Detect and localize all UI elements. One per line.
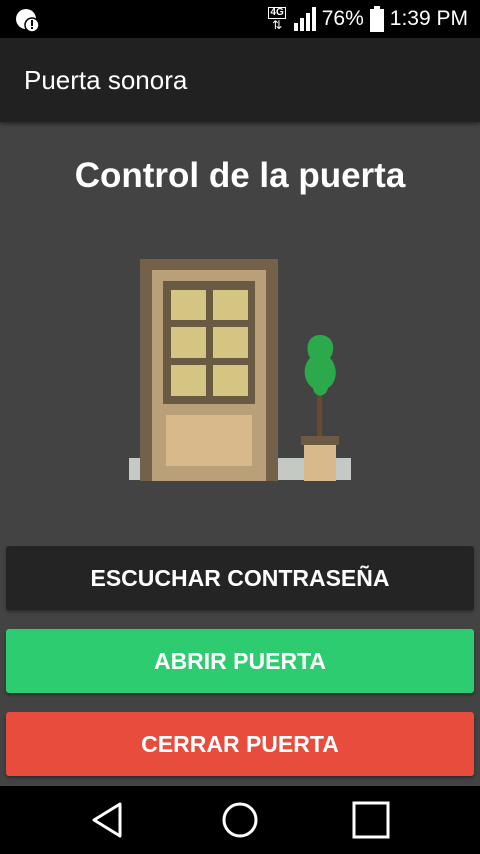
open-door-button[interactable]: ABRIR PUERTA bbox=[6, 629, 474, 693]
home-icon[interactable] bbox=[220, 800, 260, 840]
nav-bar bbox=[0, 786, 480, 854]
listen-password-button[interactable]: ESCUCHAR CONTRASEÑA bbox=[6, 546, 474, 610]
back-icon[interactable] bbox=[88, 800, 128, 840]
plant-icon bbox=[301, 335, 339, 481]
recents-icon[interactable] bbox=[351, 800, 391, 840]
door-lower-panel bbox=[166, 415, 252, 466]
door-illustration bbox=[129, 259, 351, 481]
close-door-button[interactable]: CERRAR PUERTA bbox=[6, 712, 474, 776]
